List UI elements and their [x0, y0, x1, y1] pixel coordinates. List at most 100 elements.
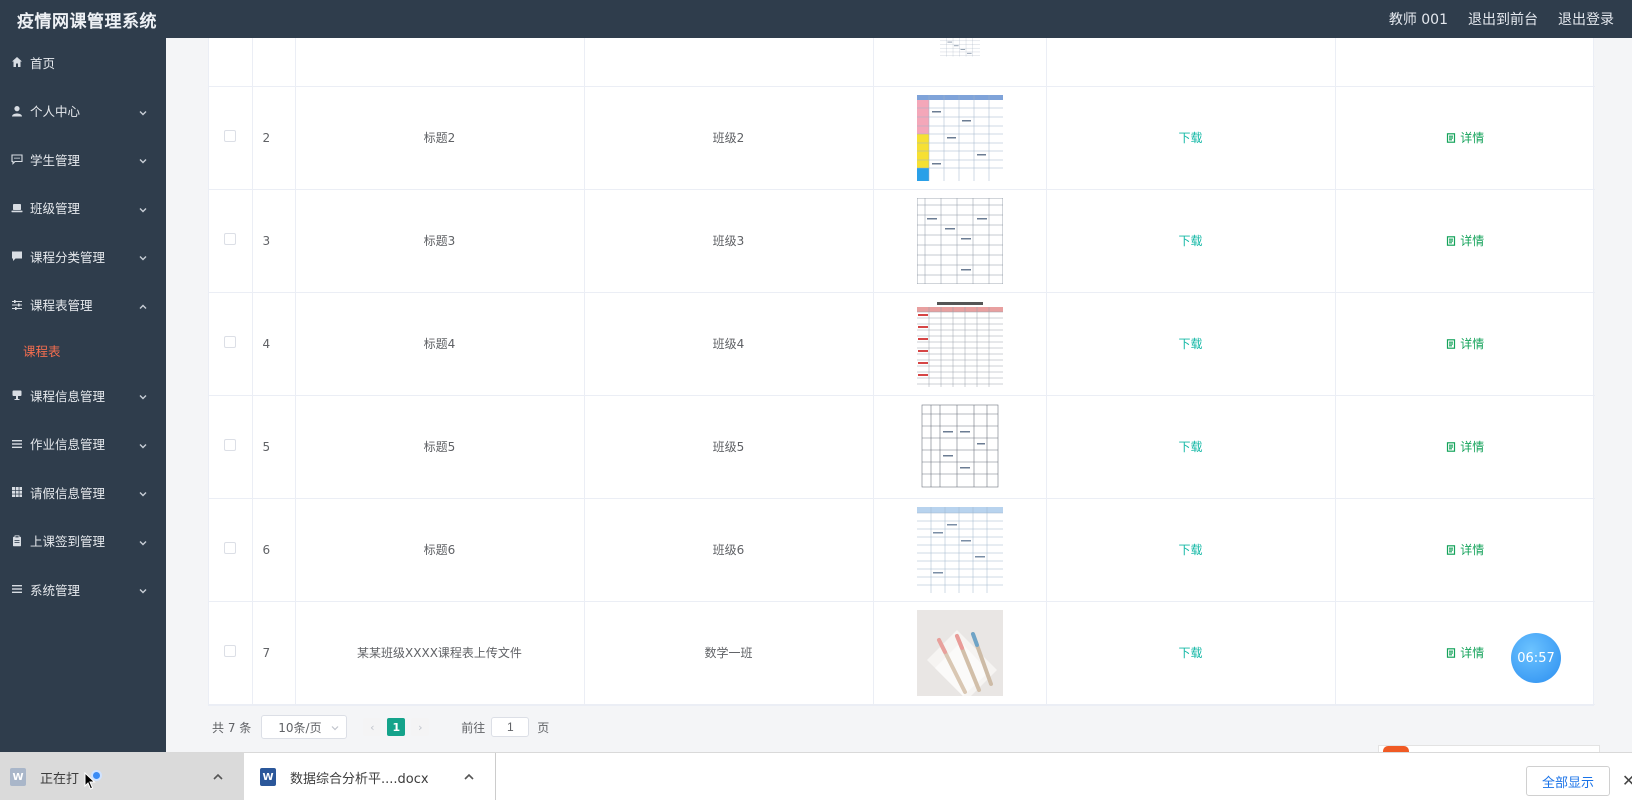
logout-link[interactable]: 退出登录 — [1558, 9, 1614, 29]
sidebar-item-label: 作业信息管理 — [30, 437, 106, 453]
schedule-thumbnail[interactable] — [916, 506, 1003, 593]
row-class: 班级3 — [584, 189, 874, 293]
sidebar-item-label: 学生管理 — [30, 152, 81, 168]
schedule-thumbnail[interactable] — [917, 37, 1003, 78]
row-class: 数学一班 — [584, 601, 874, 705]
mouse-cursor-icon — [84, 772, 96, 790]
row-title: 标题2 — [295, 86, 585, 190]
row-checkbox-cell — [209, 601, 253, 705]
main-content: 2 标题2 班级2 下载 详情 3 标题3 班级3 下载 详情 4 标题4 班级… — [166, 37, 1632, 752]
table-row-partial — [209, 37, 1595, 87]
chevron-up-icon[interactable] — [463, 771, 475, 783]
sidebar-item-students[interactable]: 学生管理 — [0, 135, 166, 184]
sidebar-item-classes[interactable]: 班级管理 — [0, 184, 166, 233]
goto-page-input[interactable] — [491, 717, 530, 737]
row-checkbox-cell — [209, 86, 253, 190]
prev-page-button[interactable]: ‹ — [363, 718, 382, 736]
table-row: 5 标题5 班级5 下载 详情 — [209, 395, 1595, 499]
sidebar-item-label: 班级管理 — [30, 201, 81, 217]
detail-button[interactable]: 详情 — [1446, 438, 1484, 455]
chevron-down-icon — [138, 487, 148, 497]
row-detail-cell — [1335, 38, 1595, 87]
row-checkbox[interactable] — [224, 336, 237, 348]
row-checkbox-cell — [209, 498, 253, 602]
sidebar-item-course-info[interactable]: 课程信息管理 — [0, 371, 166, 420]
download-link[interactable]: 下载 — [1178, 543, 1202, 557]
schedule-thumbnail[interactable] — [916, 94, 1003, 181]
detail-button[interactable]: 详情 — [1446, 335, 1484, 352]
row-checkbox[interactable] — [224, 542, 237, 554]
schedule-thumbnail[interactable] — [916, 403, 1003, 490]
chevron-down-icon — [138, 439, 148, 449]
detail-label: 详情 — [1460, 440, 1485, 454]
schedule-thumbnail[interactable] — [916, 197, 1003, 284]
download-link[interactable]: 下载 — [1178, 646, 1202, 660]
sidebar-item-label: 课程信息管理 — [30, 388, 106, 404]
row-image-cell — [873, 601, 1047, 705]
row-checkbox-cell — [209, 395, 253, 499]
download-link[interactable]: 下载 — [1178, 337, 1202, 351]
row-detail-cell: 详情 — [1335, 86, 1595, 190]
row-class: 班级6 — [584, 498, 874, 602]
row-checkbox[interactable] — [224, 645, 237, 657]
row-image-cell — [873, 189, 1047, 293]
word-document-icon: W — [260, 768, 276, 786]
clipboard-icon — [10, 534, 24, 548]
row-detail-cell: 详情 — [1335, 395, 1595, 499]
row-image-cell — [873, 292, 1047, 396]
download-link[interactable]: 下载 — [1178, 440, 1202, 454]
exit-to-front-link[interactable]: 退出到前台 — [1468, 9, 1538, 29]
detail-button[interactable]: 详情 — [1446, 232, 1484, 249]
row-class: 班级4 — [584, 292, 874, 396]
row-download-cell: 下载 — [1046, 86, 1336, 190]
row-download-cell: 下载 — [1046, 601, 1336, 705]
download-link[interactable]: 下载 — [1178, 234, 1202, 248]
detail-label: 详情 — [1460, 543, 1485, 557]
user-name[interactable]: 教师 001 — [1389, 9, 1448, 29]
document-icon — [1447, 338, 1456, 349]
detail-button[interactable]: 详情 — [1446, 541, 1484, 558]
grid-icon — [10, 485, 24, 499]
detail-button[interactable]: 详情 — [1446, 129, 1484, 146]
page-size-select[interactable]: 10条/页 — [261, 715, 348, 739]
page-size-value: 10条/页 — [278, 720, 322, 735]
detail-label: 详情 — [1460, 131, 1485, 145]
row-download-cell: 下载 — [1046, 395, 1336, 499]
sidebar-item-attendance[interactable]: 上课签到管理 — [0, 517, 166, 566]
row-index: 5 — [252, 395, 296, 499]
sidebar-item-profile[interactable]: 个人中心 — [0, 87, 166, 136]
row-checkbox[interactable] — [224, 233, 237, 245]
row-detail-cell: 详情 — [1335, 292, 1595, 396]
document-icon — [1447, 647, 1456, 658]
row-checkbox[interactable] — [224, 439, 237, 451]
document-icon — [1447, 132, 1456, 143]
goto-label: 前往 — [461, 720, 486, 735]
download-link[interactable]: 下载 — [1178, 131, 1202, 145]
row-checkbox[interactable] — [224, 130, 237, 142]
schedule-thumbnail[interactable] — [916, 300, 1003, 387]
chevron-up-icon[interactable] — [212, 771, 224, 783]
sidebar-item-homework[interactable]: 作业信息管理 — [0, 420, 166, 469]
download-item-docx[interactable]: W 数据综合分析平....docx — [246, 753, 496, 800]
floating-timer[interactable]: 06:57 — [1511, 633, 1561, 683]
sidebar-subitem-schedule[interactable]: 课程表 — [0, 329, 166, 371]
sidebar-item-schedule[interactable]: 课程表管理 — [0, 281, 166, 330]
row-detail-cell: 详情 — [1335, 498, 1595, 602]
row-checkbox-cell — [209, 38, 253, 87]
page-number-current[interactable]: 1 — [387, 718, 406, 736]
row-checkbox-cell — [209, 189, 253, 293]
sidebar-item-course-category[interactable]: 课程分类管理 — [0, 232, 166, 281]
download-item-opening[interactable]: W 正在打 — [0, 753, 244, 800]
close-download-bar-icon[interactable]: ✕ — [1622, 771, 1632, 790]
show-all-downloads-button[interactable]: 全部显示 — [1526, 766, 1610, 796]
sidebar-item-system[interactable]: 系统管理 — [0, 565, 166, 614]
detail-button[interactable]: 详情 — [1446, 644, 1484, 661]
sidebar-item-home[interactable]: 首页 — [0, 38, 166, 87]
row-title: 标题3 — [295, 189, 585, 293]
goto-suffix: 页 — [537, 720, 550, 735]
sidebar-item-leave[interactable]: 请假信息管理 — [0, 468, 166, 517]
pencils-photo-thumbnail[interactable] — [916, 609, 1003, 696]
chat-icon — [10, 152, 24, 166]
row-class: 班级2 — [584, 86, 874, 190]
next-page-button[interactable]: › — [411, 718, 430, 736]
